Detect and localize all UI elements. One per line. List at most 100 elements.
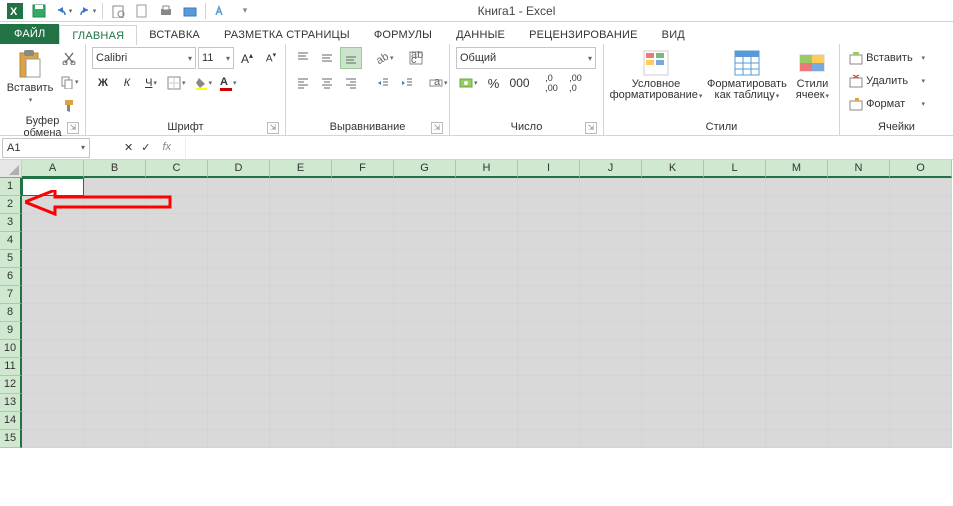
cell[interactable] bbox=[580, 196, 642, 214]
column-header[interactable]: L bbox=[704, 160, 766, 178]
tab-view[interactable]: ВИД bbox=[650, 25, 697, 44]
tab-data[interactable]: ДАННЫЕ bbox=[444, 25, 517, 44]
cell[interactable] bbox=[332, 178, 394, 196]
cell[interactable] bbox=[394, 322, 456, 340]
cell[interactable] bbox=[642, 340, 704, 358]
cell[interactable] bbox=[394, 286, 456, 304]
cell[interactable] bbox=[456, 394, 518, 412]
cell[interactable] bbox=[890, 268, 952, 286]
font-dialog-icon[interactable]: ⇲ bbox=[267, 122, 279, 134]
column-header[interactable]: M bbox=[766, 160, 828, 178]
cell[interactable] bbox=[270, 430, 332, 448]
cell[interactable] bbox=[394, 340, 456, 358]
cell[interactable] bbox=[456, 232, 518, 250]
cell[interactable] bbox=[394, 214, 456, 232]
cell[interactable] bbox=[704, 178, 766, 196]
cell[interactable] bbox=[642, 304, 704, 322]
row-header[interactable]: 12 bbox=[0, 376, 22, 394]
cell[interactable] bbox=[518, 214, 580, 232]
cell[interactable] bbox=[22, 412, 84, 430]
cell[interactable] bbox=[642, 196, 704, 214]
cell[interactable] bbox=[208, 196, 270, 214]
cell[interactable] bbox=[146, 196, 208, 214]
cell[interactable] bbox=[704, 268, 766, 286]
cell[interactable] bbox=[518, 322, 580, 340]
cell[interactable] bbox=[580, 214, 642, 232]
increase-indent-button[interactable] bbox=[396, 72, 418, 94]
cell[interactable] bbox=[394, 376, 456, 394]
cell[interactable] bbox=[146, 214, 208, 232]
cell[interactable] bbox=[580, 430, 642, 448]
cell[interactable] bbox=[332, 394, 394, 412]
cell[interactable] bbox=[146, 394, 208, 412]
cell[interactable] bbox=[208, 322, 270, 340]
cell[interactable] bbox=[332, 214, 394, 232]
cell[interactable] bbox=[84, 214, 146, 232]
tab-review[interactable]: РЕЦЕНЗИРОВАНИЕ bbox=[517, 25, 650, 44]
decrease-decimal-button[interactable]: ,00,0 bbox=[565, 72, 587, 94]
cell[interactable] bbox=[518, 340, 580, 358]
cell[interactable] bbox=[456, 196, 518, 214]
cell[interactable] bbox=[704, 430, 766, 448]
cell[interactable] bbox=[456, 214, 518, 232]
tab-pagelayout[interactable]: РАЗМЕТКА СТРАНИЦЫ bbox=[212, 25, 362, 44]
cell[interactable] bbox=[766, 340, 828, 358]
cell[interactable] bbox=[518, 286, 580, 304]
cell[interactable] bbox=[332, 322, 394, 340]
format-as-table-button[interactable]: Форматировать как таблицу▾ bbox=[705, 47, 789, 102]
align-left-button[interactable] bbox=[292, 72, 314, 94]
cell[interactable] bbox=[828, 178, 890, 196]
row-header[interactable]: 9 bbox=[0, 322, 22, 340]
cell[interactable] bbox=[890, 250, 952, 268]
align-right-button[interactable] bbox=[340, 72, 362, 94]
cell[interactable] bbox=[828, 232, 890, 250]
cell[interactable] bbox=[270, 376, 332, 394]
cell[interactable] bbox=[146, 412, 208, 430]
cell[interactable] bbox=[580, 178, 642, 196]
align-bottom-button[interactable] bbox=[340, 47, 362, 69]
cell[interactable] bbox=[456, 376, 518, 394]
cell[interactable] bbox=[828, 322, 890, 340]
cell[interactable] bbox=[518, 268, 580, 286]
cell[interactable] bbox=[394, 196, 456, 214]
cell[interactable] bbox=[828, 286, 890, 304]
row-header[interactable]: 2 bbox=[0, 196, 22, 214]
undo-icon[interactable]: ▾ bbox=[52, 1, 74, 21]
cell[interactable] bbox=[580, 232, 642, 250]
paste-button[interactable]: Вставить ▾ bbox=[6, 47, 54, 106]
number-format-combo[interactable]: Общий▾ bbox=[456, 47, 596, 69]
cell[interactable] bbox=[890, 196, 952, 214]
cell[interactable] bbox=[704, 304, 766, 322]
cell[interactable] bbox=[766, 268, 828, 286]
cell[interactable] bbox=[270, 196, 332, 214]
decrease-indent-button[interactable] bbox=[372, 72, 394, 94]
cell[interactable] bbox=[828, 304, 890, 322]
cell[interactable] bbox=[208, 358, 270, 376]
cell[interactable] bbox=[704, 250, 766, 268]
cell-styles-button[interactable]: Стили ячеек▾ bbox=[792, 47, 833, 102]
cell[interactable] bbox=[580, 268, 642, 286]
cell[interactable] bbox=[890, 232, 952, 250]
cell[interactable] bbox=[766, 250, 828, 268]
cell[interactable] bbox=[642, 232, 704, 250]
save-icon[interactable] bbox=[28, 1, 50, 21]
cell[interactable] bbox=[766, 394, 828, 412]
cell[interactable] bbox=[642, 178, 704, 196]
cell[interactable] bbox=[332, 376, 394, 394]
cell[interactable] bbox=[332, 430, 394, 448]
cell[interactable] bbox=[766, 232, 828, 250]
format-cells-button[interactable]: Формат▾ bbox=[846, 93, 928, 115]
cell[interactable] bbox=[332, 304, 394, 322]
select-all-corner[interactable] bbox=[0, 160, 22, 178]
delete-cells-button[interactable]: Удалить▾ bbox=[846, 70, 928, 92]
cell[interactable] bbox=[84, 232, 146, 250]
cell[interactable] bbox=[828, 214, 890, 232]
cell[interactable] bbox=[146, 232, 208, 250]
cell[interactable] bbox=[84, 430, 146, 448]
font-size-combo[interactable]: 11▾ bbox=[198, 47, 234, 69]
cell[interactable] bbox=[146, 250, 208, 268]
cell[interactable] bbox=[642, 394, 704, 412]
conditional-format-button[interactable]: Условное форматирование▾ bbox=[610, 47, 702, 102]
accounting-button[interactable]: ▾ bbox=[456, 72, 481, 94]
column-header[interactable]: E bbox=[270, 160, 332, 178]
